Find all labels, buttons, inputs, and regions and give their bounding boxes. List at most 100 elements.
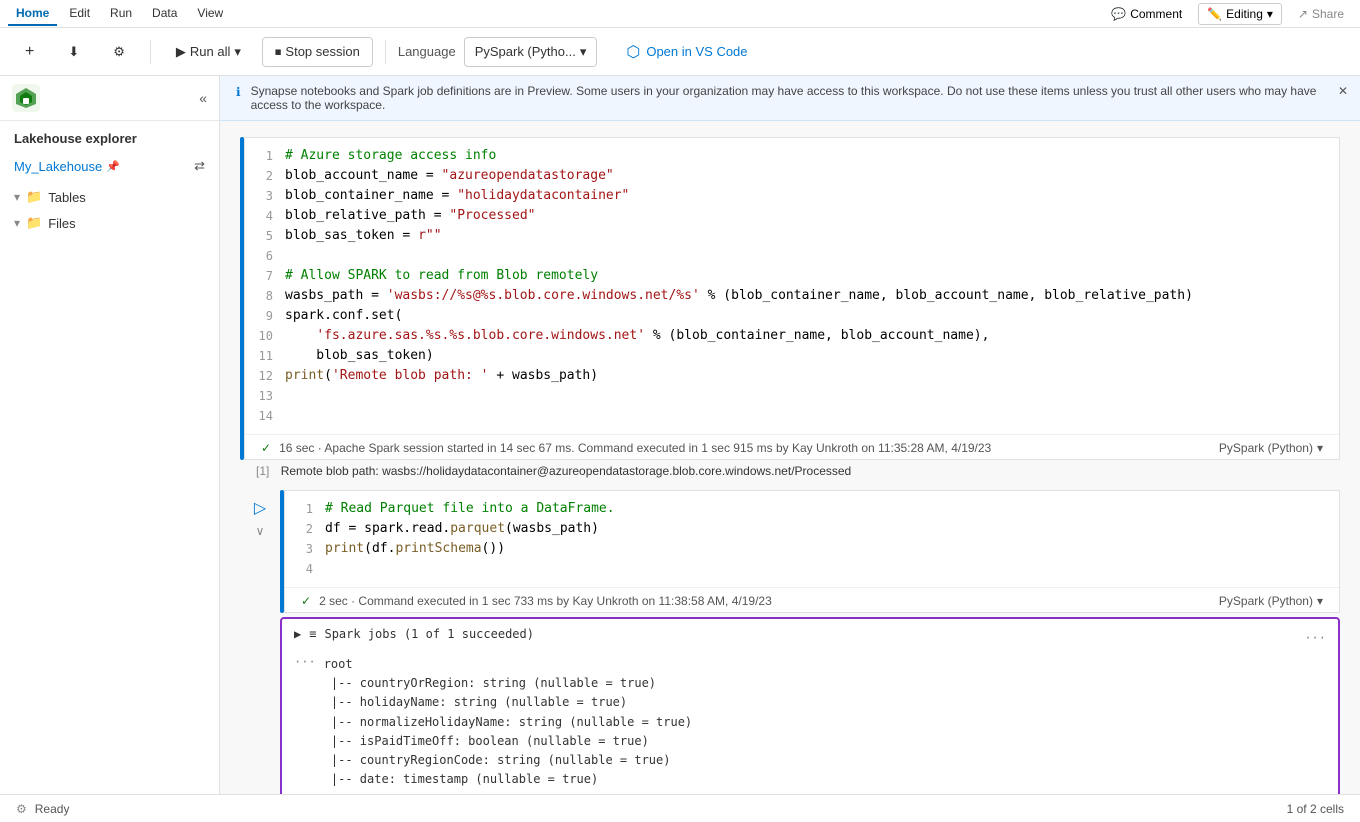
line-code: blob_relative_path = "Processed" xyxy=(285,206,1327,226)
sidebar: « Lakehouse explorer My_Lakehouse 📌 ⇄ ▾ … xyxy=(0,76,220,794)
share-label: Share xyxy=(1312,7,1344,21)
editing-button[interactable]: ✏️ Editing ▾ xyxy=(1198,3,1282,25)
run-cell-2-button[interactable]: ▷ xyxy=(254,498,266,518)
menu-item-run[interactable]: Run xyxy=(102,2,140,26)
sync-icon[interactable]: ⇄ xyxy=(194,158,205,174)
info-icon: ℹ xyxy=(236,85,241,99)
pin-icon: 📌 xyxy=(106,160,120,173)
settings-button[interactable]: ⚙ xyxy=(100,37,138,67)
gear-icon: ⚙ xyxy=(113,44,125,60)
info-banner: ℹ Synapse notebooks and Spark job defini… xyxy=(220,76,1360,121)
line-num: 14 xyxy=(257,406,285,425)
line-code: blob_account_name = "azureopendatastorag… xyxy=(285,166,1327,186)
share-icon: ↗ xyxy=(1298,7,1308,21)
collapse-cell-2-button[interactable]: ∨ xyxy=(256,524,265,538)
edit-icon: ✏️ xyxy=(1207,7,1222,21)
code-line-1-9: 9 spark.conf.set( xyxy=(257,306,1327,326)
cell-2-content: 1 # Read Parquet file into a DataFrame. … xyxy=(280,490,1340,613)
tables-label: Tables xyxy=(48,190,86,205)
code-line-1-6: 6 xyxy=(257,246,1327,266)
language-selector[interactable]: PySpark (Pytho... ▾ xyxy=(464,37,598,67)
line-num: 11 xyxy=(257,346,285,365)
folder-icon-files: 📁 xyxy=(26,215,42,231)
line-num: 4 xyxy=(257,206,285,225)
code-line-1-8: 8 wasbs_path = 'wasbs://%s@%s.blob.core.… xyxy=(257,286,1327,306)
status-label: Ready xyxy=(35,802,70,816)
code-line-2-1: 1 # Read Parquet file into a DataFrame. xyxy=(297,499,1327,519)
comment-button[interactable]: 💬 Comment xyxy=(1103,4,1190,24)
ellipsis-indicator: ··· xyxy=(294,655,316,669)
files-label: Files xyxy=(48,216,75,231)
line-num: 3 xyxy=(297,539,325,558)
spark-jobs-label: Spark jobs (1 of 1 succeeded) xyxy=(324,627,534,641)
line-code: print(df.printSchema()) xyxy=(325,539,1327,559)
code-line-1-5: 5 blob_sas_token = r"" xyxy=(257,226,1327,246)
cell-2-inner[interactable]: 1 # Read Parquet file into a DataFrame. … xyxy=(284,490,1340,613)
spark-jobs-header[interactable]: ▶ ≡ Spark jobs (1 of 1 succeeded) xyxy=(294,627,534,641)
line-code: # Read Parquet file into a DataFrame. xyxy=(325,499,1327,519)
folder-icon-tables: 📁 xyxy=(26,189,42,205)
sidebar-tree: ▾ 📁 Tables ▾ 📁 Files xyxy=(0,180,219,240)
line-num: 2 xyxy=(297,519,325,538)
code-line-1-1: 1 # Azure storage access info xyxy=(257,146,1327,166)
cell-2-exec-info: 2 sec · Command executed in 1 sec 733 ms… xyxy=(319,594,1211,608)
cell-2: ▷ ∨ 1 # Read Parquet file into a DataFra… xyxy=(240,490,1340,794)
line-code: print('Remote blob path: ' + wasbs_path) xyxy=(285,366,1327,386)
line-num: 2 xyxy=(257,166,285,185)
check-icon-2: ✓ xyxy=(301,594,311,608)
cell-info: 1 of 2 cells xyxy=(1287,802,1344,816)
run-all-button[interactable]: ▶ Run all ▾ xyxy=(163,37,254,67)
editing-label: Editing xyxy=(1226,7,1263,21)
code-line-2-3: 3 print(df.printSchema()) xyxy=(297,539,1327,559)
cell-1-inner[interactable]: 1 # Azure storage access info 2 blob_acc… xyxy=(244,137,1340,460)
notebook-area: ℹ Synapse notebooks and Spark job defini… xyxy=(220,76,1360,794)
info-text: Synapse notebooks and Spark job definiti… xyxy=(251,84,1344,112)
cell-1-exec-info: 16 sec · Apache Spark session started in… xyxy=(279,441,1211,455)
status-dot: ⚙ xyxy=(16,802,27,816)
line-code: # Azure storage access info xyxy=(285,146,1327,166)
open-vscode-button[interactable]: ⬡ Open in VS Code xyxy=(613,35,760,69)
line-code: # Allow SPARK to read from Blob remotely xyxy=(285,266,1327,286)
save-button[interactable]: ⬇ xyxy=(55,37,92,67)
line-code: blob_sas_token = r"" xyxy=(285,226,1327,246)
line-num: 8 xyxy=(257,286,285,305)
line-code: blob_container_name = "holidaydatacontai… xyxy=(285,186,1327,206)
cell-2-wrapper: ▷ ∨ 1 # Read Parquet file into a DataFra… xyxy=(240,490,1340,613)
open-vscode-label: Open in VS Code xyxy=(646,44,747,59)
menu-item-data[interactable]: Data xyxy=(144,2,185,26)
stop-icon: ⏹ xyxy=(275,44,282,60)
menu-item-home[interactable]: Home xyxy=(8,2,57,26)
line-code: blob_sas_token) xyxy=(285,346,1327,366)
sidebar-item-tables[interactable]: ▾ 📁 Tables xyxy=(0,184,219,210)
chevron-right-icon: ▾ xyxy=(14,190,20,204)
lakehouse-name-text: My_Lakehouse xyxy=(14,159,102,174)
lakehouse-name[interactable]: My_Lakehouse 📌 xyxy=(14,159,120,174)
menu-item-view[interactable]: View xyxy=(189,2,231,26)
add-cell-button[interactable]: + xyxy=(12,36,47,68)
chevron-down-icon-lang2: ▾ xyxy=(1317,594,1323,608)
language-label: Language xyxy=(398,44,456,59)
cell-1-code[interactable]: 1 # Azure storage access info 2 blob_acc… xyxy=(245,138,1339,434)
toolbar-separator-2 xyxy=(385,40,386,64)
cell-2-code[interactable]: 1 # Read Parquet file into a DataFrame. … xyxy=(285,491,1339,587)
code-line-1-3: 3 blob_container_name = "holidaydatacont… xyxy=(257,186,1327,206)
code-line-1-12: 12 print('Remote blob path: ' + wasbs_pa… xyxy=(257,366,1327,386)
line-num: 3 xyxy=(257,186,285,205)
main-content: « Lakehouse explorer My_Lakehouse 📌 ⇄ ▾ … xyxy=(0,76,1360,794)
menu-item-edit[interactable]: Edit xyxy=(61,2,98,26)
chevron-down-icon: ▾ xyxy=(234,44,241,60)
schema-row: ··· root |-- countryOrRegion: string (nu… xyxy=(294,655,1326,789)
line-num: 4 xyxy=(297,559,325,578)
sidebar-item-files[interactable]: ▾ 📁 Files xyxy=(0,210,219,236)
close-banner-button[interactable]: ✕ xyxy=(1338,84,1348,98)
cell-1-content: 1 # Azure storage access info 2 blob_acc… xyxy=(240,137,1340,460)
code-line-1-2: 2 blob_account_name = "azureopendatastor… xyxy=(257,166,1327,186)
stop-session-button[interactable]: ⏹ Stop session xyxy=(262,37,373,67)
run-all-label: Run all xyxy=(190,44,230,59)
save-icon: ⬇ xyxy=(68,44,79,60)
output-menu-button[interactable]: ··· xyxy=(1304,631,1326,645)
share-button[interactable]: ↗ Share xyxy=(1290,4,1352,24)
status-bar: ⚙ Ready 1 of 2 cells xyxy=(0,794,1360,822)
sidebar-collapse-button[interactable]: « xyxy=(199,90,207,106)
chevron-down-icon-lang1: ▾ xyxy=(1317,441,1323,455)
